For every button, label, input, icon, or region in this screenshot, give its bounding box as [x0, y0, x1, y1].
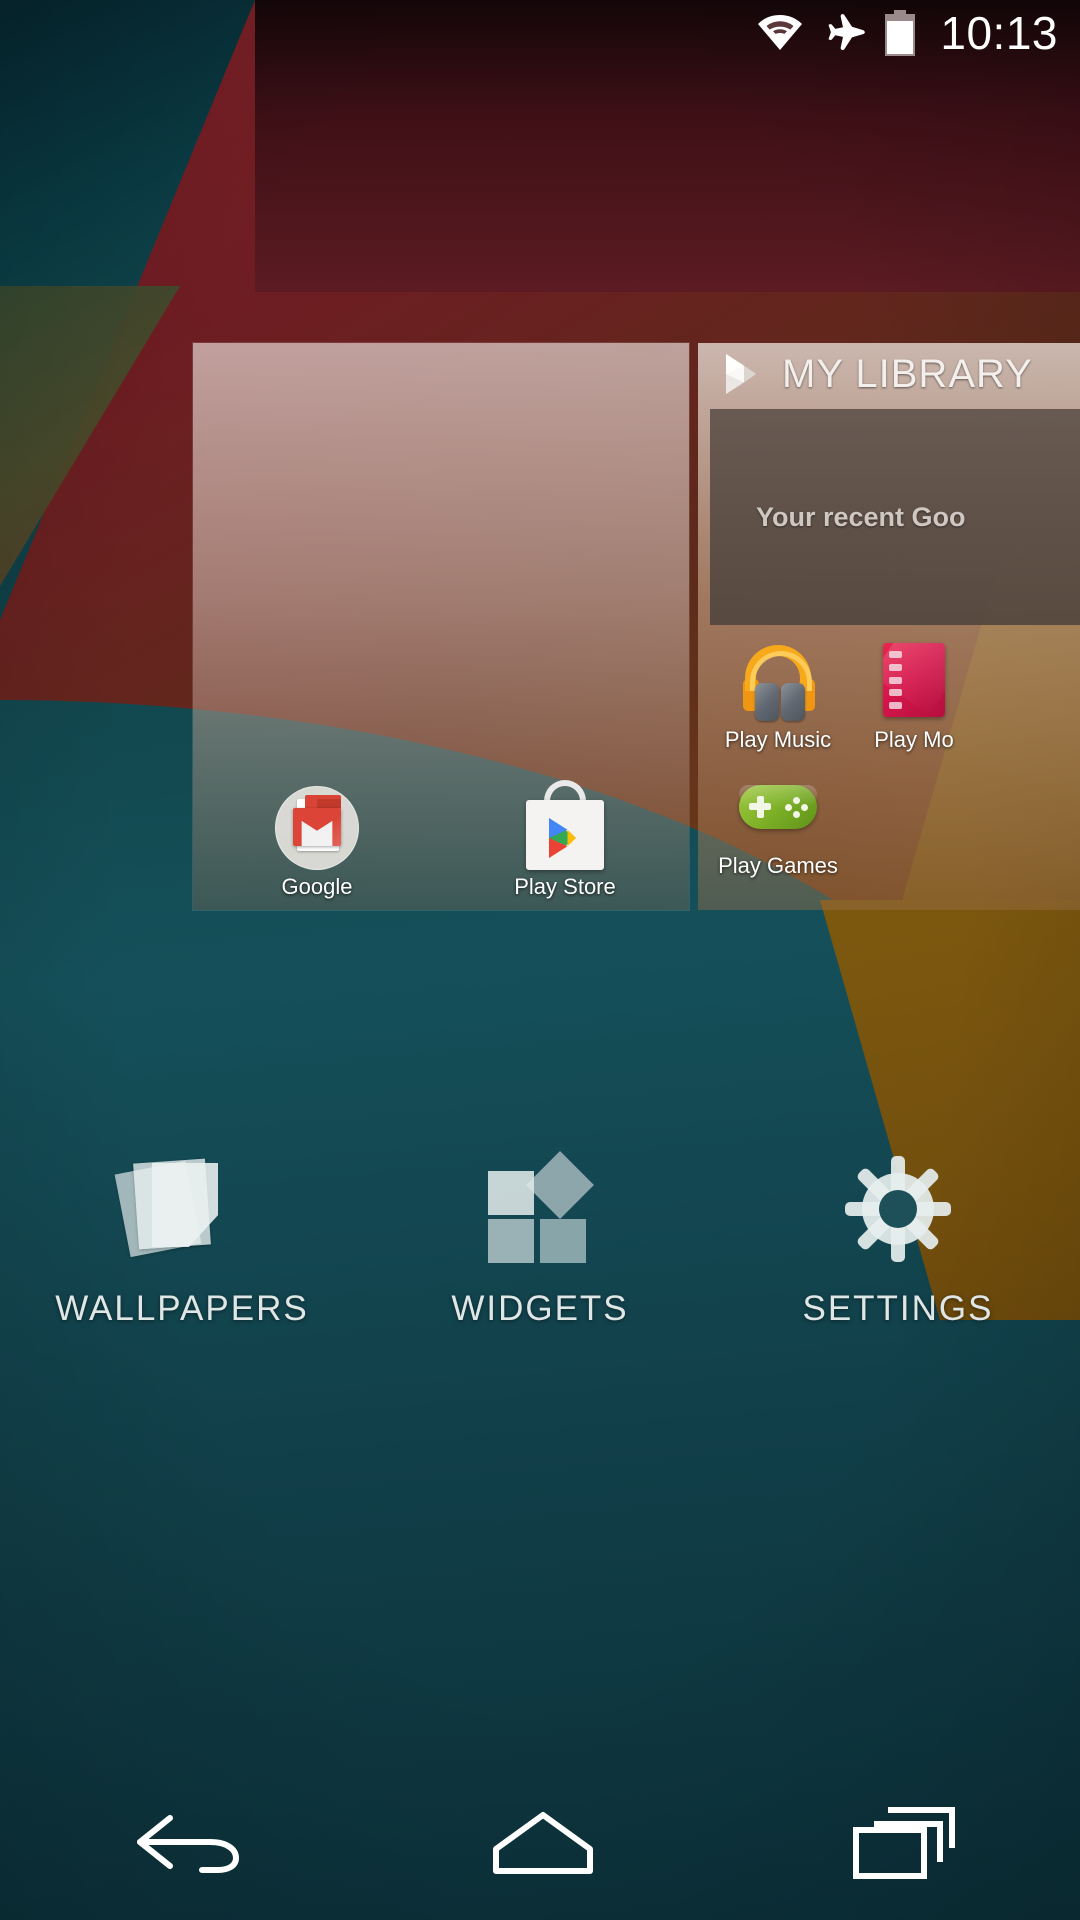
play-widget-title: MY LIBRARY	[782, 351, 1033, 396]
play-music-label: Play Music	[724, 727, 832, 752]
settings-label: SETTINGS	[802, 1289, 994, 1328]
play-music-shortcut[interactable]: Play Music	[710, 639, 846, 751]
home-screen: 10:13 Google Play Store MY LIBRARY Your …	[0, 0, 1080, 1920]
wallpapers-label: WALLPAPERS	[55, 1289, 309, 1328]
play-movies-icon	[873, 639, 955, 721]
play-movies-label: Play Mo	[874, 727, 954, 752]
wallpapers-action[interactable]: WALLPAPERS	[42, 1155, 322, 1329]
wallpaper-stack-icon	[114, 1155, 242, 1263]
home-button[interactable]	[440, 1780, 640, 1900]
google-folder[interactable]: Google	[193, 786, 441, 898]
widgets-blocks-icon	[488, 1151, 594, 1263]
recents-button[interactable]	[800, 1780, 1000, 1900]
play-games-label: Play Games	[718, 853, 838, 878]
play-widget-empty-text: Your recent Goo	[756, 501, 966, 532]
play-music-icon	[737, 639, 819, 721]
home-icon	[488, 1809, 593, 1874]
preview-icon-row: Google Play Store	[193, 758, 689, 898]
play-store-icon	[522, 780, 608, 870]
navigation-bar	[0, 1760, 1080, 1920]
play-widget-app-row-2: Play Games	[698, 765, 1080, 877]
battery-icon	[884, 10, 916, 56]
play-movies-shortcut[interactable]: Play Mo	[846, 639, 982, 751]
play-widget-empty-panel: Your recent Goo	[710, 409, 1080, 625]
status-bar-clock: 10:13	[940, 7, 1058, 59]
wallpaper-vignette	[0, 0, 1080, 1920]
settings-action[interactable]: SETTINGS	[758, 1155, 1038, 1329]
widgets-label: WIDGETS	[451, 1289, 629, 1328]
play-games-shortcut[interactable]: Play Games	[710, 765, 846, 877]
wallpaper	[0, 0, 1080, 1920]
play-store-label: Play Store	[514, 874, 616, 899]
back-arrow-icon	[132, 1812, 239, 1873]
home-edit-actions: WALLPAPERS WIDGETS SETTINGS	[0, 1151, 1080, 1395]
widgets-action[interactable]: WIDGETS	[400, 1151, 680, 1329]
play-triangle-icon	[722, 351, 764, 397]
gear-icon	[844, 1155, 952, 1263]
play-widget-app-row-1: Play Music Play Mo	[698, 639, 1080, 751]
recents-icon	[852, 1804, 955, 1879]
play-library-widget[interactable]: MY LIBRARY Your recent Goo Play Music Pl…	[698, 343, 1080, 910]
google-folder-label: Google	[281, 874, 353, 899]
play-widget-header: MY LIBRARY	[698, 343, 1080, 405]
back-button[interactable]	[80, 1780, 280, 1900]
wifi-icon	[756, 14, 804, 52]
airplane-mode-icon	[822, 13, 866, 53]
google-folder-icon	[275, 786, 359, 870]
status-bar[interactable]: 10:13	[0, 0, 1080, 66]
play-store-shortcut[interactable]: Play Store	[441, 780, 689, 898]
home-page-preview[interactable]: Google Play Store	[193, 343, 689, 910]
play-games-icon	[735, 765, 821, 847]
